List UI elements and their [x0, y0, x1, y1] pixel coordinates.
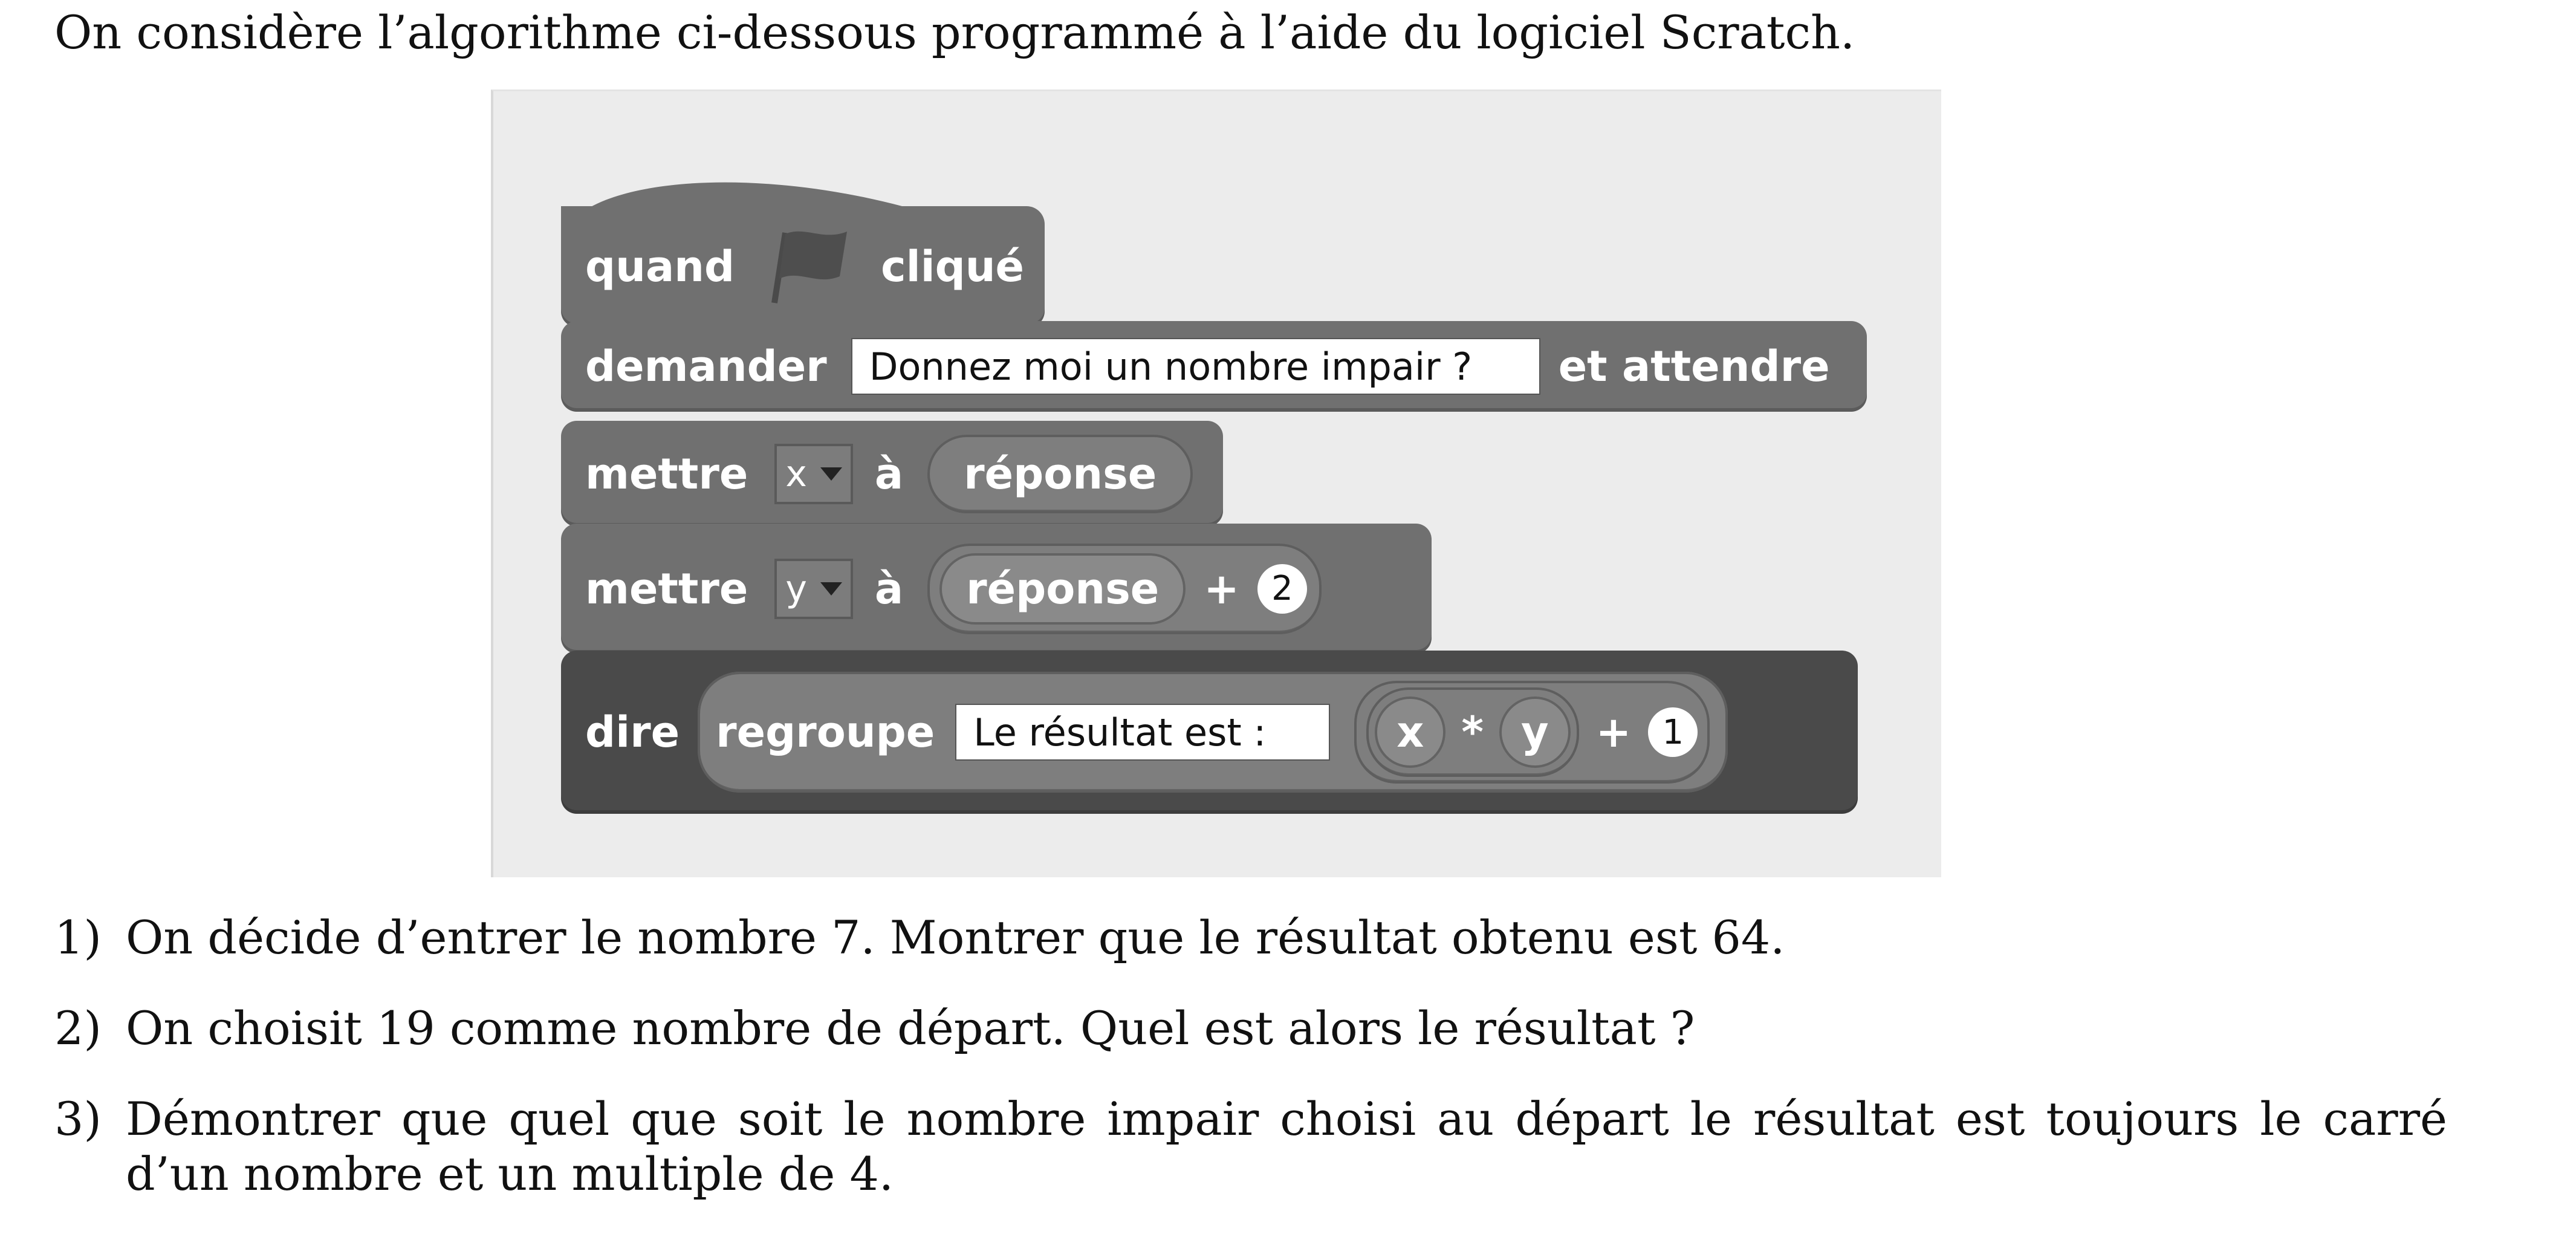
hat-block-when-flag-clicked[interactable]: quand cliqué — [561, 206, 1045, 327]
variable-x-name: x — [1397, 707, 1424, 757]
addition-operator[interactable]: réponse + 2 — [927, 543, 1322, 634]
times-sign: * — [1461, 707, 1484, 757]
ask-suffix-label: et attendre — [1558, 342, 1830, 391]
question-1: 1) On décide d’entrer le nombre 7. Montr… — [54, 910, 2533, 970]
variable-y-reporter[interactable]: y — [1499, 697, 1571, 768]
green-flag-icon — [771, 231, 848, 304]
join-label: regroupe — [716, 707, 935, 757]
variable-y-name: y — [1521, 707, 1549, 757]
question-number: 2) — [54, 1001, 102, 1055]
plus-sign: + — [1595, 707, 1632, 757]
set-y-to-label: à — [874, 563, 904, 614]
intro-text: On considère l’algorithme ci-dessous pro… — [54, 5, 1855, 59]
variable-x-reporter[interactable]: x — [1375, 697, 1446, 768]
question-text: Démontrer que quel que soit le nombre im… — [126, 1092, 2447, 1201]
join-text-input[interactable]: Le résultat est : — [955, 704, 1331, 761]
addition-operator[interactable]: x * y + 1 — [1354, 681, 1710, 784]
variable-y-value: y — [785, 567, 807, 610]
ask-block[interactable]: demander Donnez moi un nombre impair ? e… — [561, 321, 1867, 412]
dropdown-arrow-icon — [820, 582, 842, 596]
plus-sign: + — [1204, 563, 1239, 614]
variable-x-dropdown[interactable]: x — [774, 443, 853, 504]
addend-one-input[interactable]: 1 — [1648, 707, 1698, 757]
ask-label: demander — [585, 342, 827, 391]
dropdown-arrow-icon — [820, 467, 842, 481]
set-x-label: mettre — [585, 449, 748, 499]
variable-y-dropdown[interactable]: y — [774, 558, 853, 619]
addend-two-input[interactable]: 2 — [1257, 563, 1307, 614]
question-number: 3) — [54, 1092, 102, 1146]
question-text: On choisit 19 comme nombre de départ. Qu… — [126, 1001, 1695, 1055]
ask-prompt-input[interactable]: Donnez moi un nombre impair ? — [851, 338, 1540, 395]
hat-clicked-label: cliqué — [881, 242, 1025, 291]
hat-when-label: quand — [585, 242, 735, 291]
question-number: 1) — [54, 911, 102, 964]
question-3: 3) Démontrer que quel que soit le nombre… — [54, 1091, 2533, 1224]
say-block[interactable]: dire regroupe Le résultat est : x * y + … — [561, 651, 1858, 814]
answer-label: réponse — [966, 563, 1160, 614]
answer-reporter-y[interactable]: réponse — [939, 553, 1186, 625]
set-y-block[interactable]: mettre y à réponse + 2 — [561, 524, 1432, 654]
variable-x-value: x — [785, 452, 807, 495]
say-label: dire — [585, 707, 680, 757]
answer-label: réponse — [964, 449, 1157, 499]
multiplication-operator[interactable]: x * y — [1366, 687, 1579, 777]
answer-reporter-x[interactable]: réponse — [927, 434, 1193, 513]
set-y-label: mettre — [585, 563, 748, 614]
question-text: On décide d’entrer le nombre 7. Montrer … — [126, 911, 1785, 964]
join-operator[interactable]: regroupe Le résultat est : x * y + 1 — [698, 672, 1728, 793]
question-2: 2) On choisit 19 comme nombre de départ.… — [54, 1001, 2533, 1061]
set-x-to-label: à — [874, 449, 904, 499]
scratch-script-panel: quand cliqué demander Donnez moi un nomb… — [491, 89, 1941, 877]
set-x-block[interactable]: mettre x à réponse — [561, 421, 1223, 527]
